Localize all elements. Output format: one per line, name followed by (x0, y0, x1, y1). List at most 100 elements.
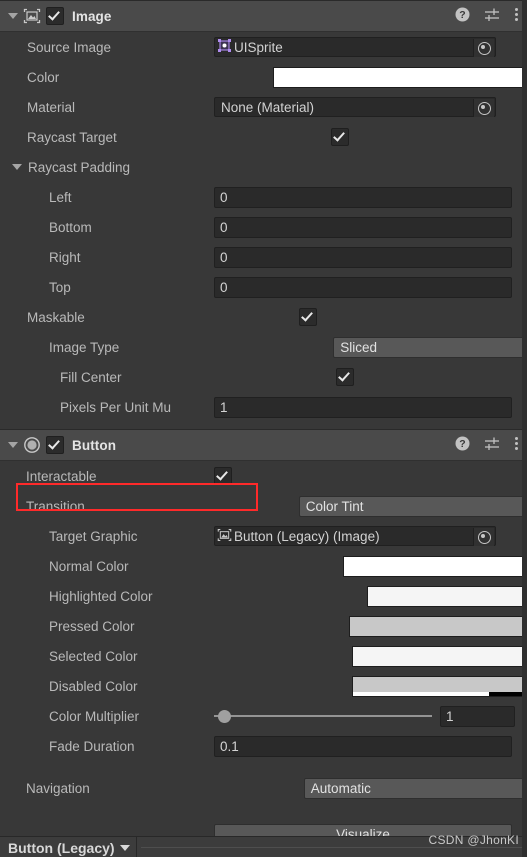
padding-right-input[interactable]: 0 (214, 247, 512, 268)
fill-center-label: Fill Center (0, 370, 122, 385)
transition-dropdown[interactable]: Color Tint (299, 496, 527, 517)
row-interactable: Interactable (0, 461, 527, 491)
row-color: Color (0, 62, 527, 92)
breadcrumb-rule (141, 847, 523, 848)
material-picker-icon[interactable] (473, 99, 494, 117)
image-type-dropdown[interactable]: Sliced (333, 337, 527, 358)
material-object-field[interactable]: None (Material) (214, 97, 496, 117)
target-graphic-object-field[interactable]: Button (Legacy) (Image) (214, 526, 496, 546)
pixels-per-unit-input[interactable]: 1 (214, 397, 512, 418)
row-maskable: Maskable (0, 302, 527, 332)
more-menu-icon[interactable] (514, 7, 519, 25)
source-image-picker-icon[interactable] (473, 39, 494, 57)
help-icon[interactable]: ? (455, 7, 470, 25)
selected-color-swatch[interactable] (352, 646, 527, 667)
button-component-title: Button (72, 438, 116, 453)
row-raycast-padding[interactable]: Raycast Padding (0, 152, 527, 182)
sprite-icon (217, 38, 232, 56)
raycast-target-checkbox[interactable] (331, 128, 349, 146)
padding-bottom-input[interactable]: 0 (214, 217, 512, 238)
target-graphic-value: Button (Legacy) (Image) (234, 529, 380, 544)
color-multiplier-slider[interactable] (214, 706, 432, 726)
svg-text:?: ? (459, 9, 465, 21)
row-pixels-per-unit: Pixels Per Unit Mu 1 (0, 392, 527, 422)
svg-text:?: ? (459, 438, 465, 450)
material-label: Material (0, 100, 75, 115)
highlighted-color-field[interactable] (367, 586, 527, 607)
row-target-graphic: Target Graphic Button (Legacy) (Image) (0, 521, 527, 551)
color-multiplier-label: Color Multiplier (0, 709, 139, 724)
breadcrumb-button-legacy[interactable]: Button (Legacy) (0, 840, 130, 856)
row-navigation: Navigation Automatic (0, 773, 527, 803)
image-type-label: Image Type (0, 340, 119, 355)
image-enabled-checkbox[interactable] (46, 7, 64, 25)
image-header-tools: ? (455, 1, 519, 31)
selected-color-field[interactable] (352, 646, 527, 667)
preset-icon[interactable] (484, 7, 500, 25)
more-menu-icon[interactable] (514, 436, 519, 454)
unity-inspector-panel: Image ? Source Image UISprite (0, 0, 527, 857)
image-sprite-icon (217, 528, 232, 545)
row-image-type: Image Type Sliced (0, 332, 527, 362)
interactable-checkbox[interactable] (214, 467, 232, 485)
color-swatch[interactable] (273, 67, 527, 88)
navigation-label: Navigation (0, 781, 90, 796)
watermark-text: CSDN @JhonKI (429, 833, 519, 847)
row-fade-duration: Fade Duration 0.1 (0, 731, 527, 761)
row-padding-left: Left 0 (0, 182, 527, 212)
navigation-dropdown[interactable]: Automatic (304, 778, 527, 799)
highlighted-color-swatch[interactable] (367, 586, 527, 607)
image-sprite-icon (22, 7, 42, 25)
raycast-padding-foldout-arrow-icon[interactable] (10, 160, 24, 174)
target-graphic-label: Target Graphic (0, 529, 138, 544)
color-label: Color (0, 70, 59, 85)
row-padding-right: Right 0 (0, 242, 527, 272)
slider-knob[interactable] (218, 710, 231, 723)
raycast-target-label: Raycast Target (0, 130, 117, 145)
normal-color-field[interactable] (343, 556, 527, 577)
fade-duration-label: Fade Duration (0, 739, 135, 754)
fade-duration-input[interactable]: 0.1 (214, 736, 512, 757)
normal-color-swatch[interactable] (343, 556, 527, 577)
preset-icon[interactable] (484, 436, 500, 454)
pressed-color-field[interactable] (349, 616, 527, 637)
row-raycast-target: Raycast Target (0, 122, 527, 152)
fill-center-checkbox[interactable] (336, 368, 354, 386)
color-multiplier-input[interactable]: 1 (440, 706, 515, 727)
disabled-color-label: Disabled Color (0, 679, 138, 694)
row-selected-color: Selected Color (0, 641, 527, 671)
normal-color-label: Normal Color (0, 559, 129, 574)
button-component-header[interactable]: Button ? (0, 429, 527, 461)
row-material: Material None (Material) (0, 92, 527, 122)
padding-left-input[interactable]: 0 (214, 187, 512, 208)
padding-right-label: Right (0, 250, 81, 265)
raycast-padding-label: Raycast Padding (26, 160, 130, 175)
help-icon[interactable]: ? (455, 436, 470, 454)
padding-top-input[interactable]: 0 (214, 277, 512, 298)
image-component-title: Image (72, 9, 112, 24)
disabled-color-field[interactable] (352, 676, 527, 697)
pressed-color-label: Pressed Color (0, 619, 135, 634)
button-foldout-arrow-icon[interactable] (6, 438, 20, 452)
selected-color-label: Selected Color (0, 649, 138, 664)
image-component-header[interactable]: Image ? (0, 0, 527, 32)
row-pressed-color: Pressed Color (0, 611, 527, 641)
breadcrumb-divider (136, 837, 137, 857)
material-value: None (Material) (221, 100, 314, 115)
row-highlighted-color: Highlighted Color (0, 581, 527, 611)
source-image-object-field[interactable]: UISprite (214, 37, 496, 57)
scrollbar-gutter[interactable] (522, 0, 527, 857)
padding-left-label: Left (0, 190, 72, 205)
highlighted-color-label: Highlighted Color (0, 589, 153, 604)
image-foldout-arrow-icon[interactable] (6, 9, 20, 23)
button-enabled-checkbox[interactable] (46, 436, 64, 454)
row-transition: Transition Color Tint (0, 491, 527, 521)
maskable-checkbox[interactable] (299, 308, 317, 326)
chevron-down-icon[interactable] (120, 845, 130, 851)
color-field[interactable] (273, 67, 527, 88)
pressed-color-swatch[interactable] (349, 616, 527, 637)
transition-label: Transition (0, 499, 85, 514)
padding-bottom-label: Bottom (0, 220, 92, 235)
breadcrumb-label: Button (Legacy) (8, 840, 115, 856)
target-graphic-picker-icon[interactable] (473, 528, 494, 546)
